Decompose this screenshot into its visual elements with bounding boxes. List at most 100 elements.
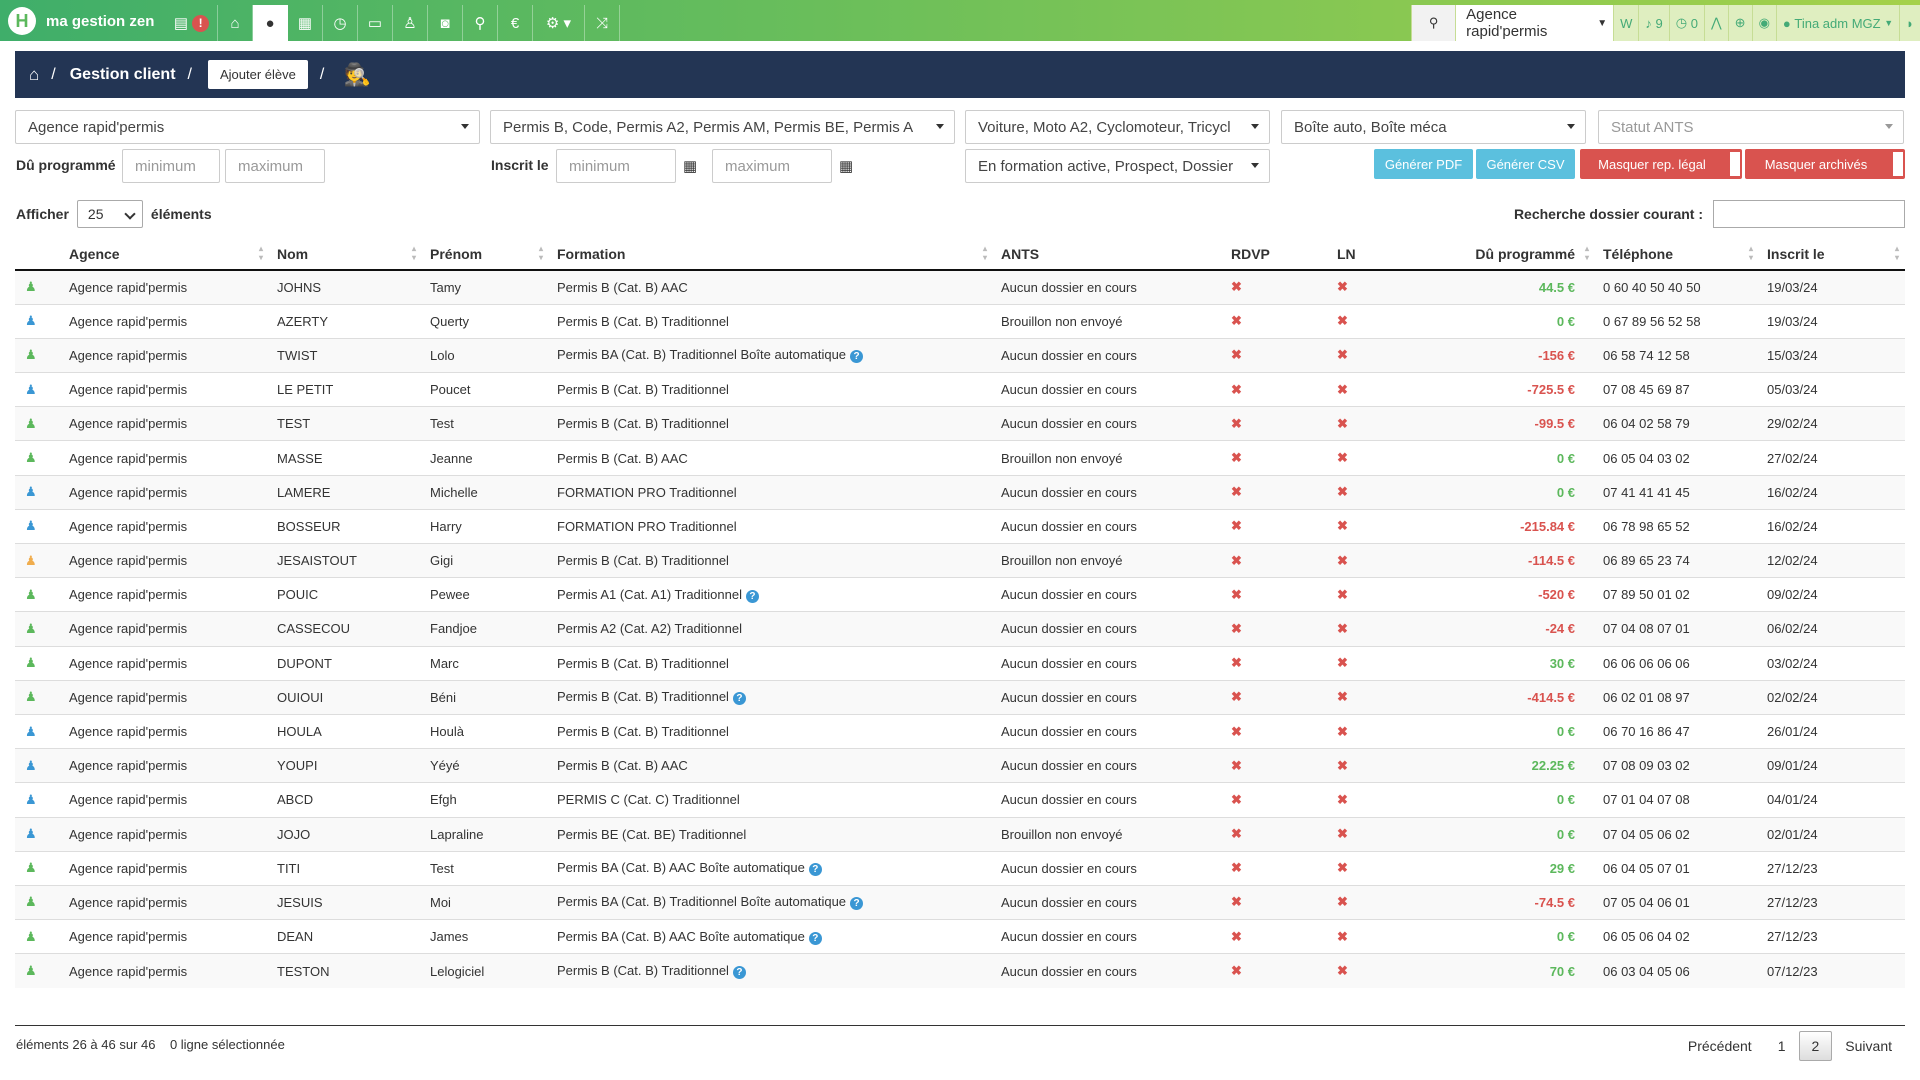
generate-csv-button[interactable]: Générer CSV [1476, 149, 1575, 179]
calendar-icon[interactable]: ▦ [839, 157, 853, 175]
table-row[interactable]: ♟ Agence rapid'permis TWIST Lolo Permis BA (… [15, 337, 1905, 373]
status-filter[interactable]: En formation active, Prospect, Dossier [965, 149, 1270, 183]
page-size-select[interactable]: 25 [76, 200, 143, 228]
col-header[interactable]: Nom [269, 238, 422, 271]
table-row[interactable]: ♟ Agence rapid'permis JESAISTOUT Gigi Permis… [15, 542, 1905, 578]
notifications[interactable]: ♪ 9 [1638, 5, 1669, 41]
table-row[interactable]: ♟ Agence rapid'permis LAMERE Michelle FORMAT… [15, 474, 1905, 510]
pending[interactable]: ◷ 0 [1668, 5, 1704, 41]
question-icon[interactable]: ? [808, 863, 822, 877]
cell-ants: Aucun dossier en cours [993, 611, 1223, 647]
table-row[interactable]: ♟ Agence rapid'permis CASSECOU Fandjoe Permi… [15, 611, 1905, 647]
cell-last-name: JESUIS [269, 884, 422, 920]
ants-status-filter[interactable]: Statut ANTS [1598, 110, 1904, 144]
question-icon[interactable]: ? [732, 966, 746, 980]
nav-clients[interactable]: ● [253, 5, 288, 41]
table-row[interactable]: ♟ Agence rapid'permis AZERTY Querty Permis B… [15, 303, 1905, 339]
w-button[interactable]: W [1613, 5, 1639, 41]
table-row[interactable]: ♟ Agence rapid'permis JOHNS Tamy Permis B (C… [15, 269, 1905, 305]
nav-places[interactable]: ⚲ [463, 5, 498, 41]
table-row[interactable]: ♟ Agence rapid'permis MASSE Jeanne Permis B … [15, 440, 1905, 476]
gearbox-filter[interactable]: Boîte auto, Boîte méca [1281, 110, 1586, 144]
table-row[interactable]: ♟ Agence rapid'permis DEAN James Permis BA (… [15, 919, 1905, 954]
agency-select[interactable]: Agence rapid'permis ▼ [1455, 5, 1614, 41]
page-title[interactable]: Gestion client [70, 66, 176, 84]
question-icon[interactable]: ? [732, 692, 746, 706]
nav-id-card[interactable]: ▤! [166, 5, 218, 41]
cell-training: Permis B (Cat. B) Traditionnel? [549, 679, 993, 715]
due-max-input[interactable]: maximum [225, 149, 325, 183]
nav-vehicles[interactable]: ◙ [428, 5, 463, 41]
col-header[interactable]: Formation [549, 238, 993, 271]
user-menu[interactable]: ● Tina adm MGZ ▼ [1775, 5, 1900, 41]
table-row[interactable]: ♟ Agence rapid'permis JOJO Lapraline Permis … [15, 816, 1905, 852]
agency-pin[interactable]: ⚲ [1411, 5, 1456, 41]
col-header[interactable]: Prénom [422, 238, 549, 271]
student-status-icon: ♟ [15, 884, 61, 920]
cell-ln: ✖ [1329, 406, 1453, 441]
page-1-button[interactable]: 1 [1765, 1031, 1799, 1061]
agent-avatar-icon[interactable]: 🕵 [342, 60, 372, 90]
nav-home[interactable]: ⌂ [218, 5, 253, 41]
nav-clock[interactable]: ◷ [323, 5, 358, 41]
registered-min-input[interactable]: minimum [556, 149, 676, 183]
vehicle-filter[interactable]: Voiture, Moto A2, Cyclomoteur, Tricycl [965, 110, 1270, 144]
nav-payments[interactable]: ▭ [358, 5, 393, 41]
table-row[interactable]: ♟ Agence rapid'permis YOUPI Yéyé Permis B (C… [15, 748, 1905, 783]
col-header[interactable]: Agence [61, 238, 269, 271]
table-row[interactable]: ♟ Agence rapid'permis TITI Test Permis BA (C… [15, 850, 1905, 886]
nav-calendar[interactable]: ▦ [288, 5, 323, 41]
table-row[interactable]: ♟ Agence rapid'permis ABCD Efgh PERMIS C (Ca… [15, 782, 1905, 817]
nav-settings[interactable]: ⚙ ▾ [533, 5, 585, 41]
col-header[interactable]: Téléphone [1595, 238, 1759, 271]
question-icon[interactable]: ? [850, 897, 864, 911]
table-row[interactable]: ♟ Agence rapid'permis LE PETIT Poucet Permis… [15, 372, 1905, 407]
help-button[interactable]: ⊕ [1727, 5, 1752, 41]
calendar-icon[interactable]: ▦ [683, 157, 697, 175]
table-row[interactable]: ♟ Agence rapid'permis POUIC Pewee Permis A1 … [15, 577, 1905, 612]
hide-legal-rep-toggle[interactable]: Masquer rep. légal [1580, 149, 1742, 179]
cell-rdvp: ✖ [1223, 884, 1329, 920]
page-2-button[interactable]: 2 [1798, 1031, 1833, 1061]
agency-filter[interactable]: Agence rapid'permis [15, 110, 480, 144]
generate-pdf-button[interactable]: Générer PDF [1374, 149, 1473, 179]
table-row[interactable]: ♟ Agence rapid'permis OUIOUI Béni Permis B (… [15, 679, 1905, 715]
table-row[interactable]: ♟ Agence rapid'permis TEST Test Permis B (Ca… [15, 406, 1905, 441]
table-row[interactable]: ♟ Agence rapid'permis JESUIS Moi Permis BA (… [15, 884, 1905, 920]
camera-button[interactable]: ◉ [1751, 5, 1776, 41]
nav-instructors[interactable]: ♙ [393, 5, 428, 41]
cell-registered: 27/12/23 [1759, 884, 1905, 920]
prev-page-button[interactable]: Précédent [1675, 1031, 1765, 1061]
cell-first-name: Marc [422, 645, 549, 681]
col-header[interactable]: Dû programmé [1453, 238, 1595, 271]
cell-due: 0 € [1453, 303, 1595, 339]
nav-random[interactable]: ⤨ [585, 5, 620, 41]
brand-logo[interactable]: H ma gestion zen [8, 6, 154, 36]
cell-training-text: Permis BE (Cat. BE) Traditionnel [557, 826, 747, 842]
registered-max-input[interactable]: maximum [712, 149, 832, 183]
table-row[interactable]: ♟ Agence rapid'permis HOULA Houlà Permis B (… [15, 713, 1905, 749]
chat-button[interactable]: ◗ [1899, 5, 1920, 41]
search-input[interactable] [1713, 200, 1905, 228]
next-page-button[interactable]: Suivant [1832, 1031, 1905, 1061]
permit-filter[interactable]: Permis B, Code, Permis A2, Permis AM, Pe… [490, 110, 955, 144]
hide-archived-toggle[interactable]: Masquer archivés [1745, 149, 1905, 179]
due-min-input[interactable]: minimum [122, 149, 220, 183]
nav-finance[interactable]: € [498, 5, 533, 41]
cell-first-name: Fandjoe [422, 611, 549, 647]
cell-training: Permis B (Cat. B) Traditionnel [549, 645, 993, 681]
table-row[interactable]: ♟ Agence rapid'permis TESTON Lelogiciel Perm… [15, 953, 1905, 988]
road-button[interactable]: ⋀ [1703, 5, 1728, 41]
cell-last-name: POUIC [269, 577, 422, 612]
add-student-button[interactable]: Ajouter élève [207, 60, 308, 89]
table-row[interactable]: ♟ Agence rapid'permis DUPONT Marc Permis B (… [15, 645, 1905, 681]
cell-training-text: Permis BA (Cat. B) Traditionnel Boîte au… [557, 894, 847, 910]
question-icon[interactable]: ? [808, 931, 822, 945]
agency-select-label: Agence rapid'permis [1466, 6, 1548, 40]
col-header[interactable]: Inscrit le [1759, 238, 1905, 271]
table-row[interactable]: ♟ Agence rapid'permis BOSSEUR Harry FORMATIO… [15, 508, 1905, 544]
question-icon[interactable]: ? [745, 589, 759, 603]
cell-rdvp: ✖ [1223, 645, 1329, 681]
home-icon[interactable]: ⌂ [29, 65, 39, 85]
question-icon[interactable]: ? [850, 350, 864, 364]
